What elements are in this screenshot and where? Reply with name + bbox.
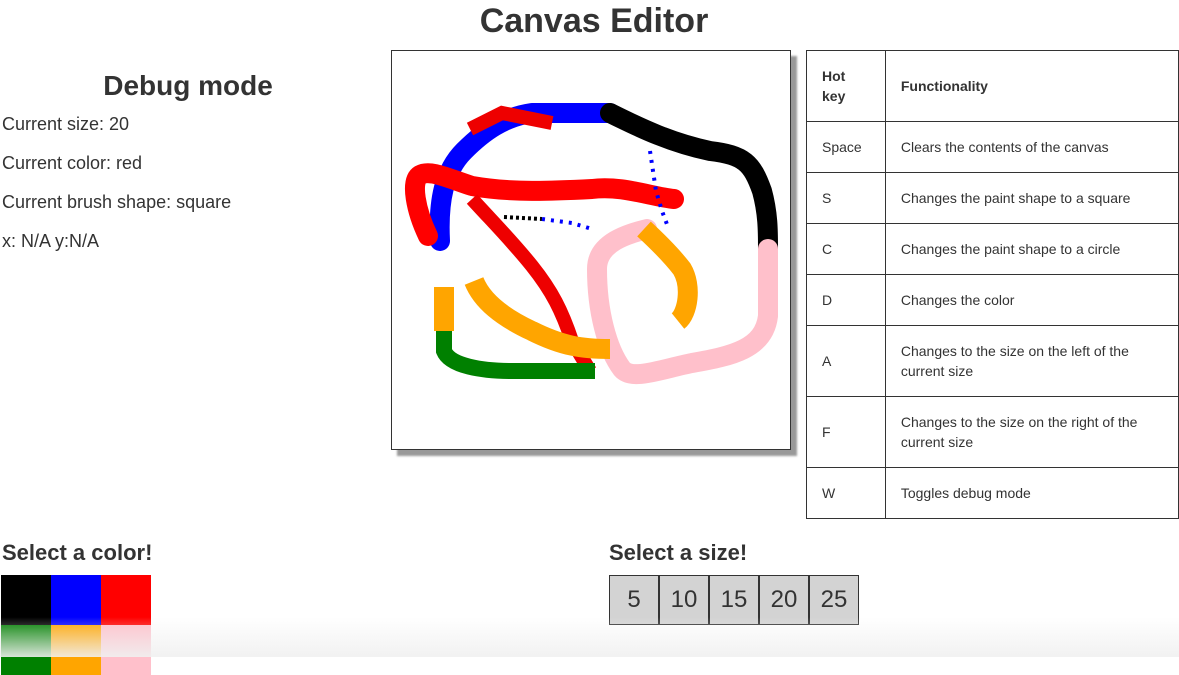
debug-coordinates: x: N/A y:N/A xyxy=(2,231,100,251)
debug-heading: Debug mode xyxy=(103,70,273,101)
hotkey-row: F Changes to the size on the right of th… xyxy=(806,396,1179,468)
hotkey-header-functionality: Functionality xyxy=(884,50,1179,122)
canvas-drawing xyxy=(404,103,778,385)
hotkey-key: A xyxy=(806,325,886,397)
hotkey-key: S xyxy=(806,172,886,224)
size-button-15[interactable]: 15 xyxy=(709,575,759,625)
size-section-label: Select a size! xyxy=(609,540,748,565)
debug-current-size: Current size: 20 xyxy=(2,114,130,134)
hotkey-header-row: Hot key Functionality xyxy=(806,50,1179,122)
color-swatch-green[interactable] xyxy=(1,625,51,675)
debug-panel: Debug mode Current size: 20 Current colo… xyxy=(2,70,374,270)
hotkey-key: W xyxy=(806,467,886,519)
hotkey-key: C xyxy=(806,223,886,275)
color-swatch-black[interactable] xyxy=(1,575,51,625)
hotkey-key: D xyxy=(806,274,886,326)
hotkey-functionality: Changes the paint shape to a square xyxy=(884,172,1179,224)
drawing-canvas[interactable] xyxy=(391,50,791,450)
hotkey-row: Space Clears the contents of the canvas xyxy=(806,121,1179,173)
size-button-20[interactable]: 20 xyxy=(759,575,809,625)
color-palette xyxy=(1,575,151,675)
size-button-10[interactable]: 10 xyxy=(659,575,709,625)
hotkey-row: A Changes to the size on the left of the… xyxy=(806,325,1179,397)
size-button-25[interactable]: 25 xyxy=(809,575,859,625)
page-title: Canvas Editor xyxy=(479,2,709,40)
hotkey-functionality: Clears the contents of the canvas xyxy=(884,121,1179,173)
hotkey-table: Hot key Functionality Space Clears the c… xyxy=(806,50,1179,519)
size-button-5[interactable]: 5 xyxy=(609,575,659,625)
hotkey-key: F xyxy=(806,396,886,468)
hotkey-functionality: Toggles debug mode xyxy=(884,467,1179,519)
bottom-fade xyxy=(0,617,1179,657)
color-swatch-orange[interactable] xyxy=(51,625,101,675)
hotkey-key: Space xyxy=(806,121,886,173)
hotkey-functionality: Changes the color xyxy=(884,274,1179,326)
hotkey-header-key: Hot key xyxy=(806,50,886,122)
hotkey-row: W Toggles debug mode xyxy=(806,467,1179,519)
hotkey-row: S Changes the paint shape to a square xyxy=(806,172,1179,224)
hotkey-functionality: Changes the paint shape to a circle xyxy=(884,223,1179,275)
color-swatch-pink[interactable] xyxy=(101,625,151,675)
color-swatch-blue[interactable] xyxy=(51,575,101,625)
size-selector: 5 10 15 20 25 xyxy=(609,575,859,625)
hotkey-functionality: Changes to the size on the left of the c… xyxy=(884,325,1179,397)
color-swatch-red[interactable] xyxy=(101,575,151,625)
stroke-dots-black xyxy=(503,215,543,221)
hotkey-row: D Changes the color xyxy=(806,274,1179,326)
hotkey-row: C Changes the paint shape to a circle xyxy=(806,223,1179,275)
hotkey-functionality: Changes to the size on the right of the … xyxy=(884,396,1179,468)
debug-current-color: Current color: red xyxy=(2,153,143,173)
debug-current-shape: Current brush shape: square xyxy=(2,192,232,212)
color-section-label: Select a color! xyxy=(2,540,153,565)
